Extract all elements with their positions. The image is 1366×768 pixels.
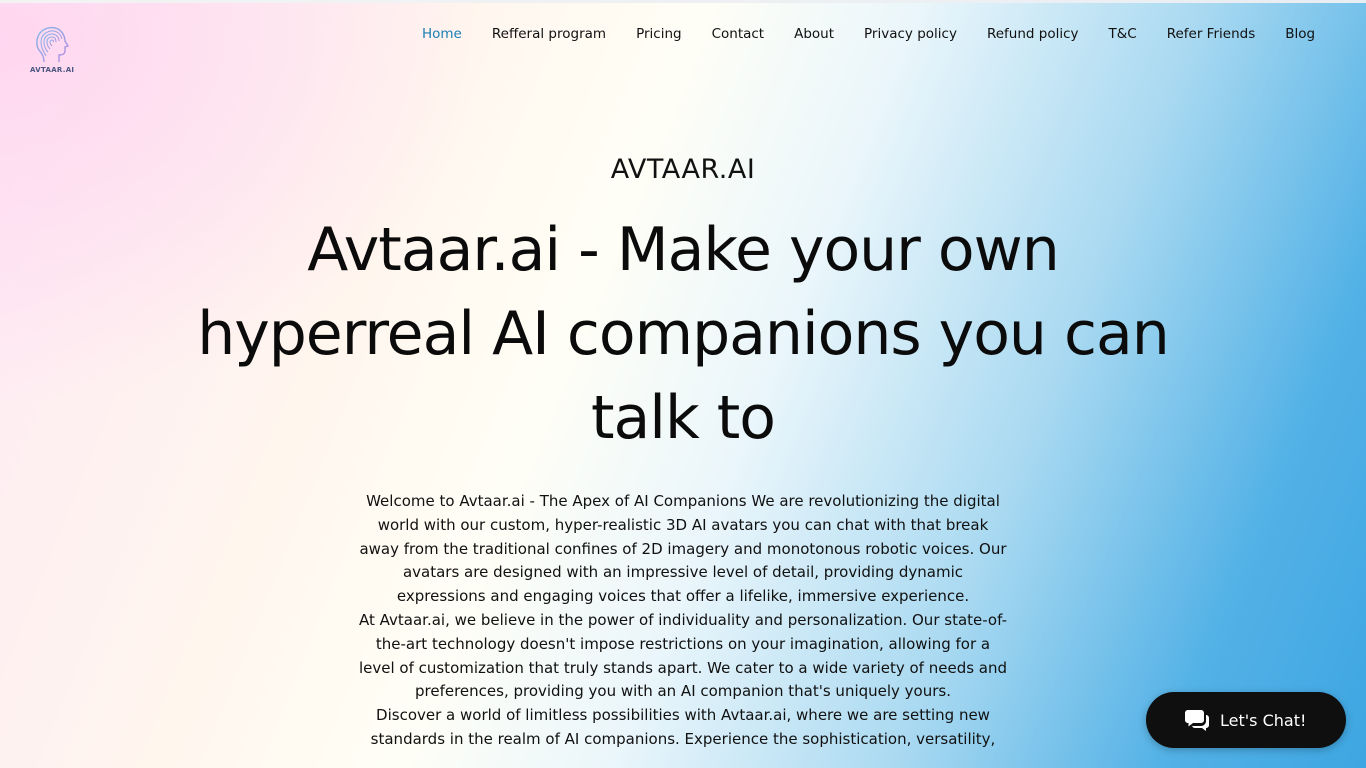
nav-terms[interactable]: T&C [1094,26,1152,42]
nav-home[interactable]: Home [407,26,477,42]
nav-refferal-program[interactable]: Refferal program [477,26,621,42]
intro-paragraph: Welcome to Avtaar.ai - The Apex of AI Co… [359,492,1007,606]
hero-headline: Avtaar.ai - Make your own hyperreal AI c… [197,215,1170,453]
nav-refund-policy[interactable]: Refund policy [972,26,1094,42]
nav-about[interactable]: About [779,26,849,42]
nav-contact[interactable]: Contact [697,26,780,42]
nav-privacy-policy[interactable]: Privacy policy [849,26,972,42]
nav-pricing[interactable]: Pricing [621,26,697,42]
chat-bubbles-icon [1185,710,1209,731]
brand-title: AVTAAR.AI [610,154,756,185]
main-navigation: Home Refferal program Pricing Contact Ab… [407,24,1330,44]
lets-chat-button[interactable]: Let's Chat! [1146,692,1346,748]
top-border [0,0,1366,3]
chat-button-label: Let's Chat! [1220,710,1307,730]
personalization-paragraph: At Avtaar.ai, we believe in the power of… [358,610,1008,701]
nav-blog[interactable]: Blog [1270,26,1330,42]
head-profile-icon [36,26,70,63]
nav-refer-friends[interactable]: Refer Friends [1152,26,1271,42]
hero-description: Welcome to Avtaar.ai - The Apex of AI Co… [358,490,1008,752]
discover-paragraph: Discover a world of limitless possibilit… [370,706,996,748]
site-logo[interactable]: AVTAAR.AI [30,22,74,78]
logo-wordmark: AVTAAR.AI [30,66,75,74]
